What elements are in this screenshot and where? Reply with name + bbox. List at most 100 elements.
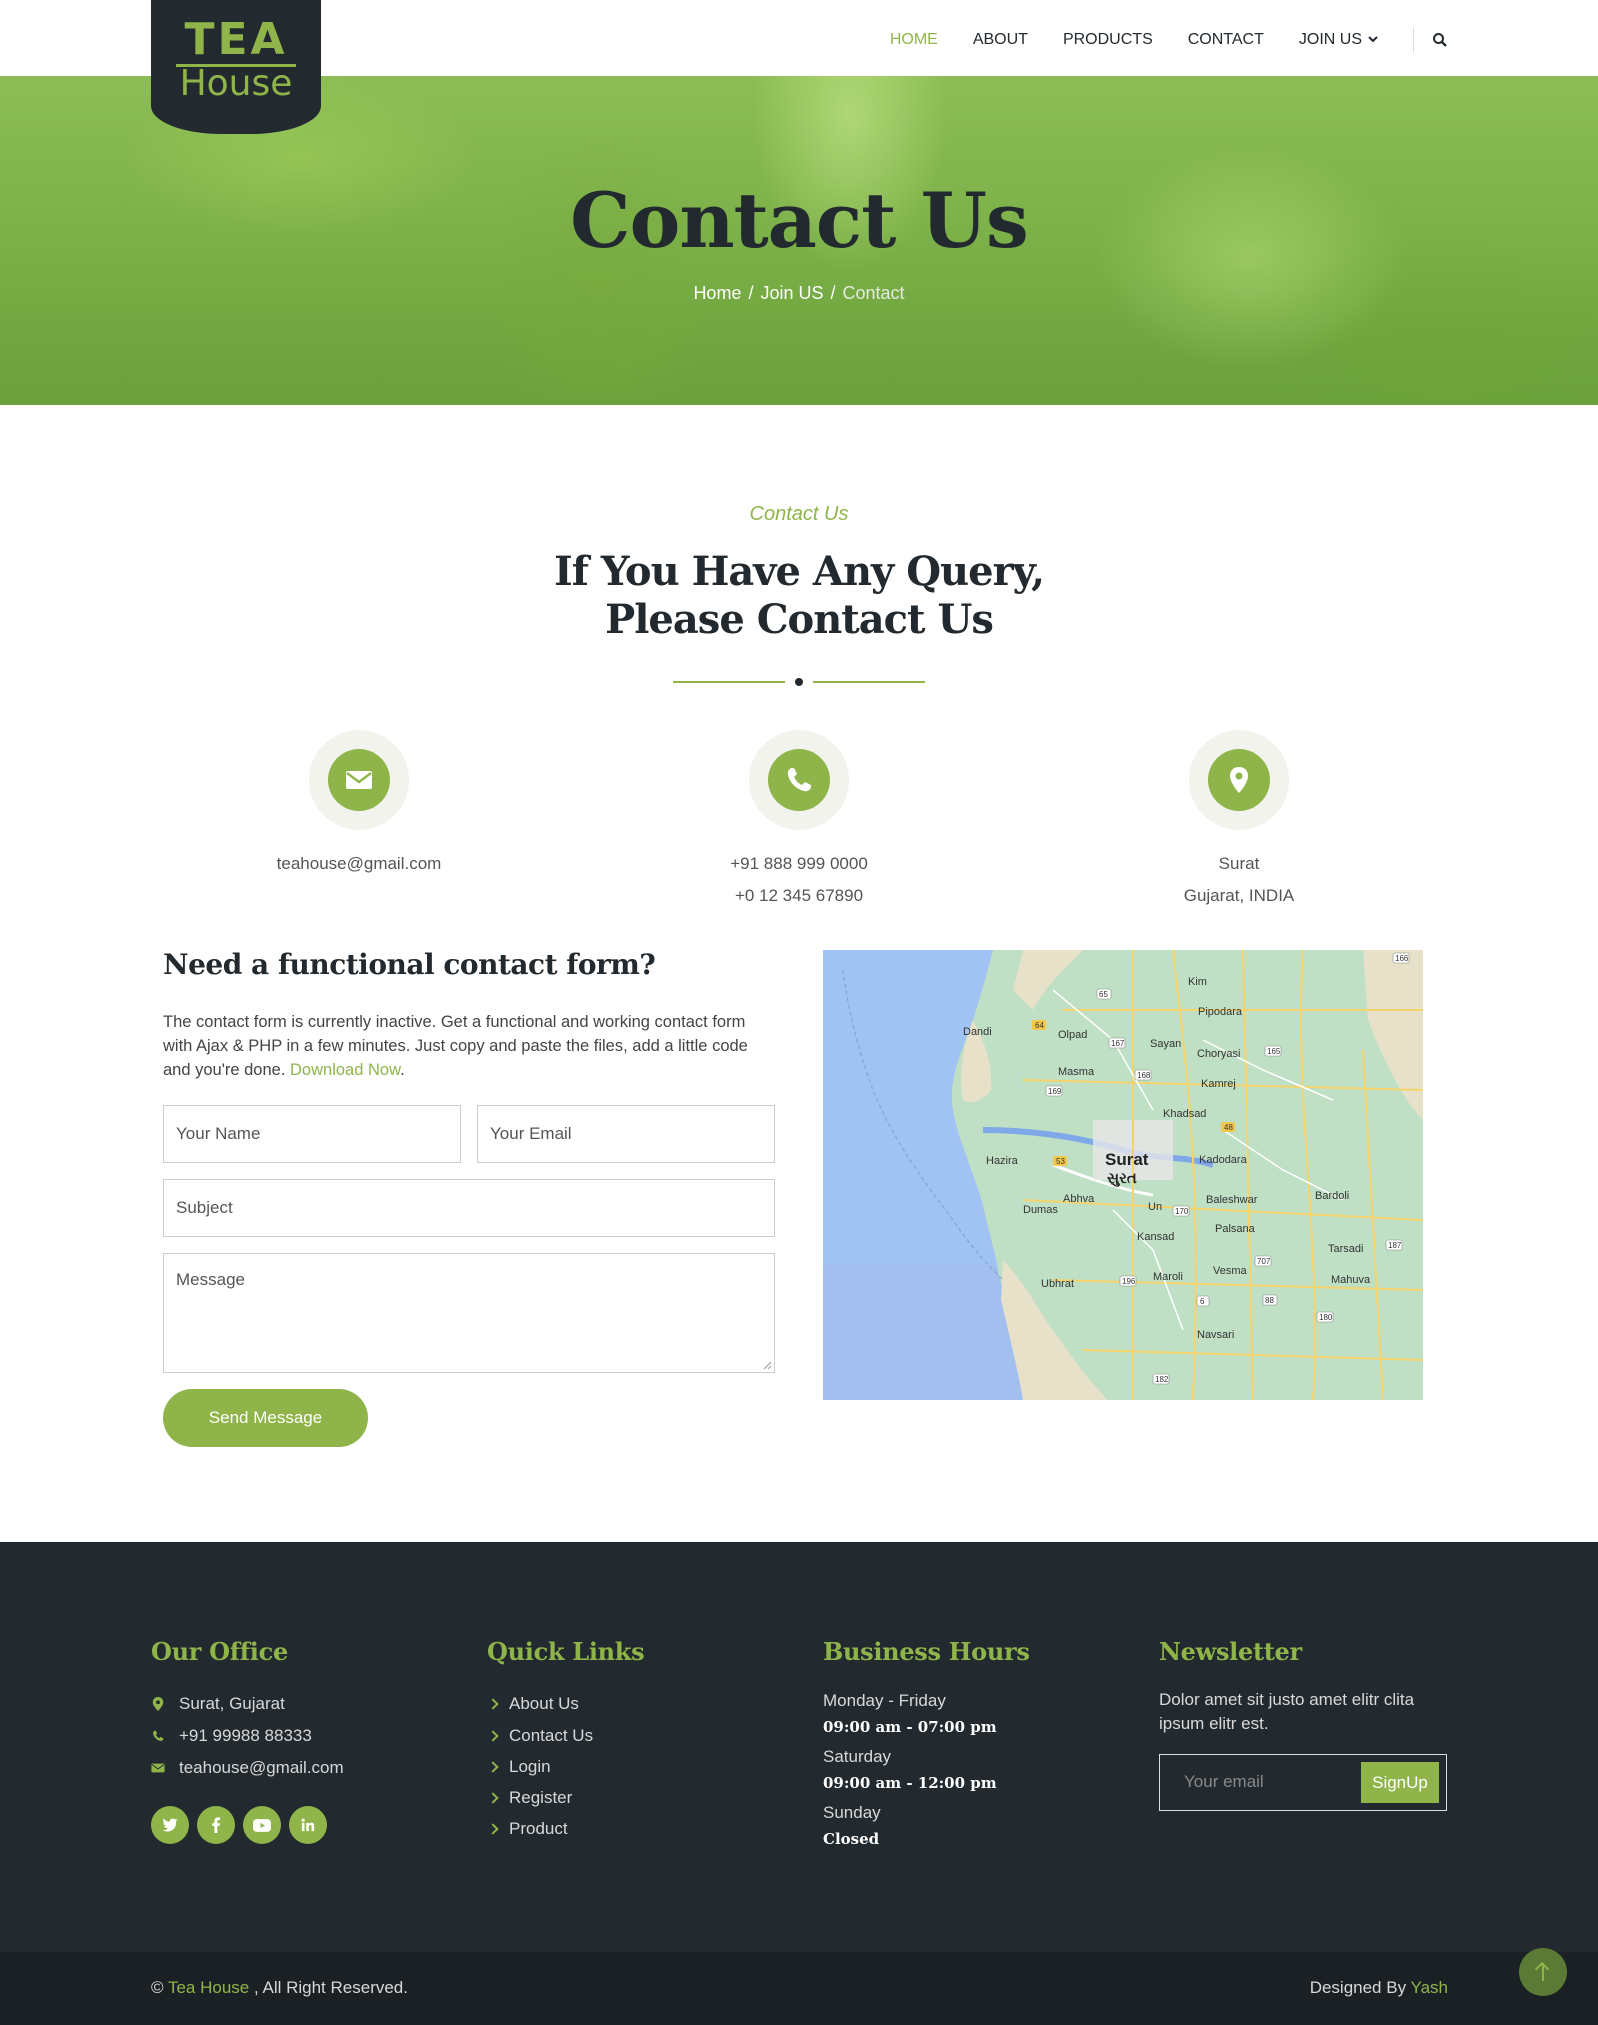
send-message-button[interactable]: Send Message bbox=[163, 1389, 368, 1447]
quick-link-product[interactable]: Product bbox=[487, 1813, 787, 1844]
breadcrumb-home[interactable]: Home bbox=[693, 283, 741, 303]
nav-join-us[interactable]: JOIN US bbox=[1299, 31, 1378, 49]
search-icon[interactable] bbox=[1432, 32, 1448, 48]
envelope-icon bbox=[151, 1763, 165, 1773]
map-highway-label: 48 bbox=[1224, 1123, 1233, 1132]
map-label: Bardoli bbox=[1315, 1190, 1349, 1202]
map-label: Khadsad bbox=[1163, 1108, 1206, 1120]
breadcrumb-join-us[interactable]: Join US bbox=[760, 283, 823, 303]
logo-line1: TEA bbox=[184, 14, 288, 65]
twitter-icon[interactable] bbox=[151, 1806, 189, 1844]
form-description: The contact form is currently inactive. … bbox=[163, 1010, 778, 1082]
download-now-link[interactable]: Download Now bbox=[290, 1061, 400, 1079]
map-highway-label: 182 bbox=[1155, 1375, 1169, 1384]
hours-time-saturday: 09:00 am - 12:00 pm bbox=[823, 1774, 997, 1792]
footer-address-text: Surat, Gujarat bbox=[179, 1694, 285, 1713]
section-title-line1: If You Have Any Query, bbox=[553, 548, 1045, 595]
map-label: Mahuva bbox=[1331, 1274, 1371, 1286]
newsletter-signup-button[interactable]: SignUp bbox=[1361, 1762, 1439, 1803]
quick-link-register[interactable]: Register bbox=[487, 1782, 787, 1813]
designer-credit: Designed By Yash bbox=[1310, 1978, 1448, 1998]
map-label: Pipodara bbox=[1198, 1006, 1243, 1018]
hours-day-weekdays: Monday - Friday bbox=[823, 1691, 946, 1710]
footer-business-hours: Business Hours Monday - Friday 09:00 am … bbox=[823, 1637, 1123, 1856]
location-icon-circle bbox=[1208, 749, 1270, 811]
footer-hours-title: Business Hours bbox=[823, 1637, 1030, 1666]
nav-products[interactable]: PRODUCTS bbox=[1063, 31, 1153, 49]
map-label: Dandi bbox=[963, 1026, 992, 1038]
quick-link-label: About Us bbox=[509, 1694, 579, 1713]
facebook-icon[interactable] bbox=[197, 1806, 235, 1844]
hours-day-saturday: Saturday bbox=[823, 1747, 892, 1766]
map-label: Palsana bbox=[1215, 1223, 1256, 1235]
map-highway-label: 166 bbox=[1395, 954, 1409, 963]
name-input[interactable]: Your Name bbox=[163, 1105, 461, 1163]
map-label: Abhva bbox=[1063, 1193, 1095, 1205]
footer-newsletter: Newsletter Dolor amet sit justo amet eli… bbox=[1159, 1637, 1459, 1811]
contact-email[interactable]: teahouse@gmail.com bbox=[209, 848, 509, 880]
map-highway-label: 88 bbox=[1265, 1296, 1274, 1305]
contact-region: Gujarat, INDIA bbox=[1183, 886, 1295, 905]
location-icon-ring bbox=[1189, 730, 1289, 830]
location-map[interactable]: Surat સુરત Kim Olpad Dandi Sayan Masma C… bbox=[823, 950, 1423, 1400]
name-input-placeholder: Your Name bbox=[176, 1124, 261, 1143]
nav-home[interactable]: HOME bbox=[890, 31, 938, 49]
map-label: Olpad bbox=[1058, 1029, 1087, 1041]
section-title: If You Have Any Query, Please Contact Us bbox=[0, 548, 1598, 644]
divider-dot bbox=[795, 678, 803, 686]
quick-link-contact[interactable]: Contact Us bbox=[487, 1720, 787, 1751]
map-label: Choryasi bbox=[1197, 1048, 1240, 1060]
map-highway-label: 64 bbox=[1035, 1021, 1044, 1030]
phone-icon bbox=[787, 768, 811, 792]
email-input-placeholder: Your Email bbox=[490, 1124, 572, 1143]
youtube-icon[interactable] bbox=[243, 1806, 281, 1844]
designer-link[interactable]: Yash bbox=[1411, 1978, 1449, 1997]
map-label: Vesma bbox=[1213, 1265, 1248, 1277]
quick-link-label: Register bbox=[509, 1787, 573, 1807]
map-highway-label: 187 bbox=[1388, 1241, 1402, 1250]
back-to-top-button[interactable] bbox=[1519, 1948, 1567, 1996]
email-icon-circle bbox=[328, 749, 390, 811]
newsletter-email-input[interactable]: Your email bbox=[1184, 1772, 1264, 1792]
subject-input[interactable]: Subject bbox=[163, 1179, 775, 1237]
map-label: Baleshwar bbox=[1206, 1194, 1258, 1206]
contact-phone-1[interactable]: +91 888 999 0000 bbox=[649, 848, 949, 880]
contact-email-block: teahouse@gmail.com bbox=[209, 730, 509, 880]
map-highway-label: 6 bbox=[1200, 1297, 1205, 1306]
message-textarea[interactable]: Message bbox=[163, 1253, 775, 1373]
map-marker-icon bbox=[1230, 767, 1248, 793]
map-label: Kansad bbox=[1137, 1231, 1174, 1243]
breadcrumb-separator: / bbox=[830, 283, 836, 303]
footer-email-text[interactable]: teahouse@gmail.com bbox=[179, 1758, 344, 1778]
nav-contact[interactable]: CONTACT bbox=[1188, 31, 1264, 49]
map-highway-label: 65 bbox=[1099, 990, 1108, 999]
newsletter-text: Dolor amet sit justo amet elitr clita ip… bbox=[1159, 1690, 1415, 1733]
quick-link-label: Product bbox=[509, 1818, 568, 1838]
footer-address: Surat, Gujarat bbox=[151, 1688, 451, 1720]
nav-join-us-label: JOIN US bbox=[1298, 31, 1362, 48]
logo-line2: House bbox=[179, 63, 293, 104]
contact-phone-block: +91 888 999 0000 +0 12 345 67890 bbox=[649, 730, 949, 912]
resize-handle-icon[interactable] bbox=[762, 1360, 772, 1370]
map-label: Navsari bbox=[1197, 1329, 1234, 1341]
brand-logo[interactable]: TEA House bbox=[151, 0, 321, 134]
footer-phone-text[interactable]: +91 99988 88333 bbox=[179, 1726, 312, 1746]
email-input[interactable]: Your Email bbox=[477, 1105, 775, 1163]
footer-office-title: Our Office bbox=[151, 1637, 288, 1666]
nav-separator bbox=[1413, 27, 1414, 53]
copyright-brand-link[interactable]: Tea House bbox=[168, 1978, 249, 1997]
map-label: Un bbox=[1148, 1201, 1162, 1213]
section-subtitle: Contact Us bbox=[749, 503, 849, 525]
nav-about[interactable]: ABOUT bbox=[973, 31, 1028, 49]
email-icon-ring bbox=[309, 730, 409, 830]
footer-phone: +91 99988 88333 bbox=[151, 1720, 451, 1752]
linkedin-icon[interactable] bbox=[289, 1806, 327, 1844]
contact-location-block: Surat Gujarat, INDIA bbox=[1089, 730, 1389, 912]
subject-input-placeholder: Subject bbox=[176, 1198, 233, 1217]
quick-link-about[interactable]: About Us bbox=[487, 1688, 787, 1720]
contact-phone-2[interactable]: +0 12 345 67890 bbox=[649, 880, 949, 912]
designed-by-label: Designed By bbox=[1309, 1978, 1407, 1997]
copyright-bar: © Tea House , All Right Reserved. Design… bbox=[0, 1952, 1598, 2025]
quick-link-login[interactable]: Login bbox=[487, 1751, 787, 1782]
newsletter-form: Your email SignUp bbox=[1159, 1754, 1447, 1811]
